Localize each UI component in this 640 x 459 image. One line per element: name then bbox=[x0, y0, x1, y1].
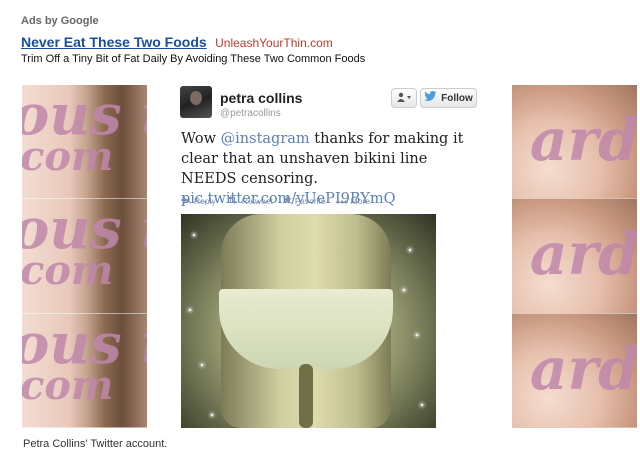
reply-icon bbox=[181, 195, 191, 206]
left-image-tile: ous th com bbox=[22, 313, 147, 428]
right-image-tile: ard bbox=[512, 313, 637, 428]
tweet-author-name[interactable]: petra collins bbox=[220, 90, 302, 106]
photo-sparkle bbox=[211, 414, 213, 416]
photo-sparkle bbox=[193, 234, 195, 236]
photo-sparkle bbox=[416, 334, 418, 336]
photo-sparkle bbox=[189, 309, 191, 311]
right-overlay-text: ard bbox=[530, 220, 637, 289]
right-image-tile: ard bbox=[512, 199, 637, 314]
more-label: More bbox=[350, 195, 371, 206]
avatar[interactable] bbox=[180, 86, 212, 118]
favorite-label: Favorite bbox=[294, 195, 326, 206]
star-icon bbox=[282, 195, 292, 206]
user-actions-button[interactable] bbox=[391, 88, 417, 108]
photo-sparkle bbox=[201, 364, 203, 366]
left-overlay-text-2: com bbox=[22, 247, 114, 295]
retweet-icon bbox=[226, 195, 239, 206]
photo-sparkle bbox=[403, 289, 405, 291]
reply-label: Reply bbox=[194, 195, 216, 206]
left-image-tile: ous th com bbox=[22, 199, 147, 314]
tweet-mention-link[interactable]: @instagram bbox=[221, 131, 310, 147]
ads-by-google-label: Ads by Google bbox=[21, 15, 99, 27]
more-dots-icon bbox=[336, 196, 348, 206]
tweet-actions: Reply Retweet Favorite More bbox=[181, 195, 370, 206]
retweet-label: Retweet bbox=[241, 195, 273, 206]
right-overlay-text: ard bbox=[530, 106, 637, 174]
twitter-bird-icon bbox=[424, 91, 437, 105]
reply-action[interactable]: Reply bbox=[181, 195, 216, 206]
tweet-photo[interactable] bbox=[181, 214, 436, 428]
left-overlay-text-2: com bbox=[22, 361, 114, 409]
more-action[interactable]: More bbox=[336, 195, 370, 206]
photo-sparkle bbox=[421, 404, 423, 406]
photo-underwear bbox=[219, 289, 393, 369]
tweet-text-start: Wow bbox=[181, 131, 221, 147]
right-image-tile: ard bbox=[512, 85, 637, 200]
ad-url-link[interactable]: UnleashYourThin.com bbox=[215, 36, 333, 50]
left-overlay-text-2: com bbox=[22, 133, 114, 180]
right-overlay-text: ard bbox=[530, 334, 637, 403]
image-caption: Petra Collins' Twitter account. bbox=[23, 438, 168, 450]
photo-shadow bbox=[299, 364, 313, 428]
right-image-strip: ard ard ard bbox=[512, 85, 637, 428]
retweet-action[interactable]: Retweet bbox=[226, 195, 273, 206]
ad-description: Trim Off a Tiny Bit of Fat Daily By Avoi… bbox=[21, 53, 366, 65]
ad-title-link[interactable]: Never Eat These Two Foods bbox=[21, 34, 207, 50]
user-dropdown-icon bbox=[396, 89, 412, 107]
ad-headline-row: Never Eat These Two Foods UnleashYourThi… bbox=[21, 34, 333, 52]
left-image-strip: ous th com ous th com ous th com bbox=[22, 85, 147, 428]
follow-button[interactable]: Follow bbox=[420, 88, 477, 108]
left-image-tile: ous th com bbox=[22, 85, 147, 200]
tweet-author-handle[interactable]: @petracollins bbox=[220, 108, 281, 119]
favorite-action[interactable]: Favorite bbox=[282, 195, 326, 206]
photo-sparkle bbox=[409, 249, 411, 251]
follow-label: Follow bbox=[441, 92, 473, 104]
